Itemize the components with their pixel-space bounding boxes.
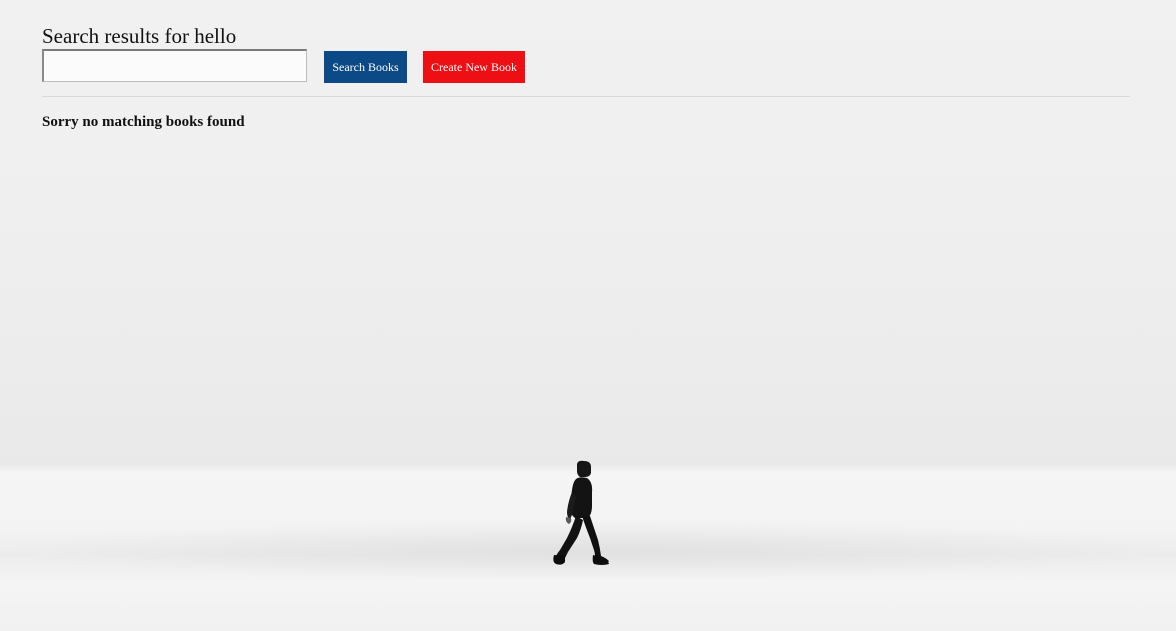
page-title: Search results for hello bbox=[42, 24, 237, 48]
no-results-message: Sorry no matching books found bbox=[42, 114, 245, 130]
snowy-landscape-background bbox=[0, 0, 1176, 631]
search-books-button[interactable]: Search Books bbox=[324, 51, 407, 83]
divider bbox=[42, 96, 1130, 97]
walking-person-silhouette bbox=[553, 460, 609, 565]
search-input[interactable] bbox=[42, 49, 307, 82]
create-new-book-button[interactable]: Create New Book bbox=[423, 51, 525, 83]
